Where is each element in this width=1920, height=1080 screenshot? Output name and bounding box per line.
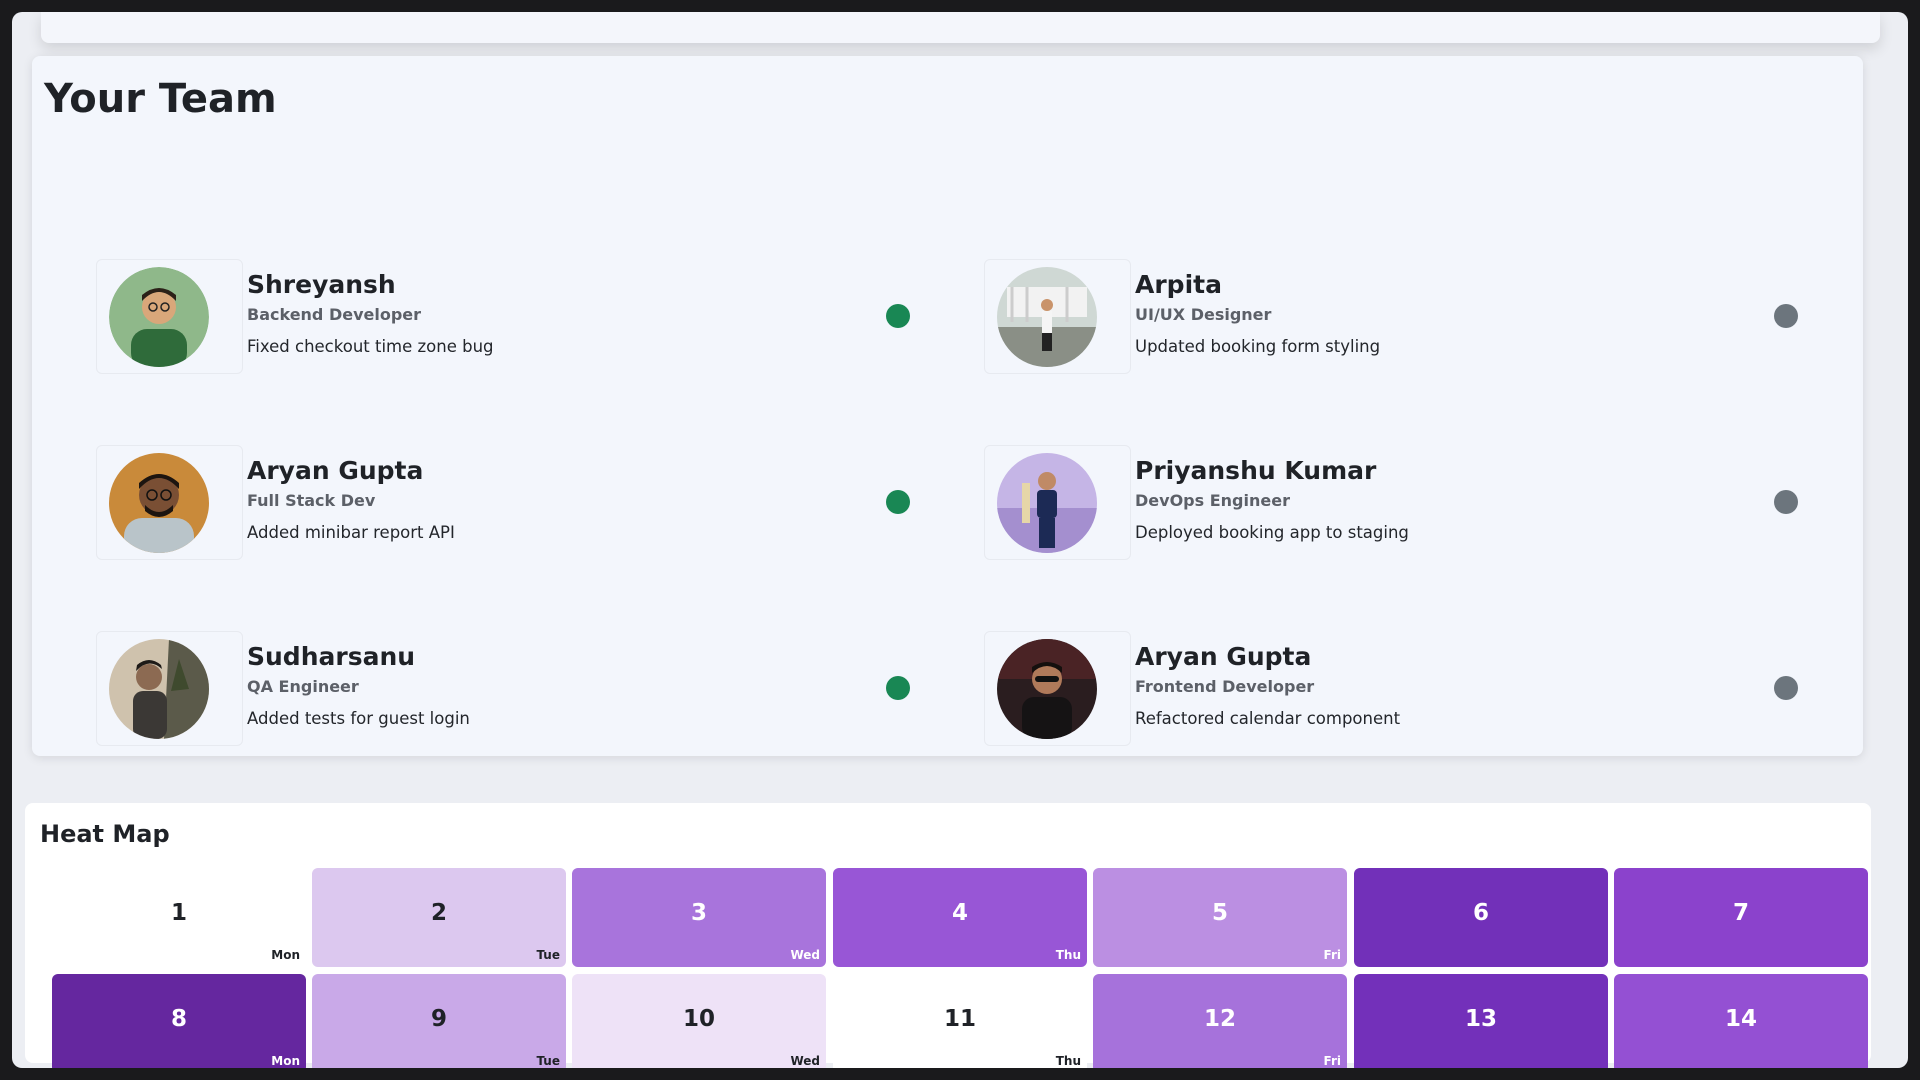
member-activity: Added minibar report API (247, 523, 455, 542)
avatar (997, 453, 1097, 553)
member-name: Shreyansh (247, 270, 396, 299)
avatar (109, 267, 209, 367)
team-title: Your Team (44, 76, 277, 122)
team-member: Priyanshu Kumar DevOps Engineer Deployed… (984, 443, 1804, 563)
status-online-indicator (886, 490, 910, 514)
member-name: Priyanshu Kumar (1135, 456, 1377, 485)
window-frame-bottom (0, 1068, 1920, 1080)
heatmap-cell[interactable]: 4 Thu (833, 868, 1087, 967)
team-member: Sudharsanu QA Engineer Added tests for g… (96, 629, 916, 749)
heatmap-day-number: 10 (682, 1006, 715, 1032)
status-offline-indicator (1774, 676, 1798, 700)
member-activity: Deployed booking app to staging (1135, 523, 1409, 542)
avatar (997, 639, 1097, 739)
window-frame-left (0, 0, 12, 1080)
member-activity: Refactored calendar component (1135, 709, 1401, 728)
heatmap-weekday: Thu (1055, 948, 1081, 962)
heatmap-weekday: Wed (790, 1054, 820, 1068)
heatmap-cell[interactable]: 12 Fri (1093, 974, 1347, 1073)
heatmap-day-number: 3 (690, 900, 707, 926)
heatmap-day-number: 12 (1203, 1006, 1236, 1032)
heatmap-cell[interactable]: 5 Fri (1093, 868, 1347, 967)
avatar-frame (96, 445, 243, 560)
heatmap-day-number: 1 (170, 900, 187, 926)
avatar-frame (984, 445, 1131, 560)
heatmap-day-number: 2 (430, 900, 447, 926)
avatar-frame (984, 631, 1131, 746)
member-name: Sudharsanu (247, 642, 416, 671)
member-role: Full Stack Dev (247, 491, 376, 510)
member-role: DevOps Engineer (1135, 491, 1290, 510)
member-name: Aryan Gupta (1135, 642, 1312, 671)
heatmap-weekday: Tue (536, 1054, 560, 1068)
heatmap-day-number: 9 (430, 1006, 447, 1032)
avatar-frame (984, 259, 1131, 374)
team-member: Aryan Gupta Full Stack Dev Added minibar… (96, 443, 916, 563)
avatar-frame (96, 259, 243, 374)
heatmap-cell[interactable]: 6 (1354, 868, 1608, 967)
heatmap-cell[interactable]: 1 Mon (52, 868, 306, 967)
heatmap-title: Heat Map (40, 820, 170, 848)
team-member: Shreyansh Backend Developer Fixed checko… (96, 257, 916, 377)
avatar (109, 639, 209, 739)
heatmap-weekday: Fri (1323, 948, 1341, 962)
heatmap-weekday: Mon (271, 1054, 300, 1068)
heatmap-day-number: 8 (170, 1006, 187, 1032)
heatmap-cell[interactable]: 11 Thu (833, 974, 1087, 1073)
member-name: Arpita (1135, 270, 1222, 299)
heatmap-weekday: Mon (271, 948, 300, 962)
status-offline-indicator (1774, 490, 1798, 514)
heatmap-weekday: Fri (1323, 1054, 1341, 1068)
member-role: Backend Developer (247, 305, 422, 324)
member-role: UI/UX Designer (1135, 305, 1272, 324)
heatmap-cell[interactable]: 3 Wed (572, 868, 826, 967)
heatmap-cell[interactable]: 8 Mon (52, 974, 306, 1073)
avatar (997, 267, 1097, 367)
member-role: QA Engineer (247, 677, 359, 696)
heatmap-day-number: 6 (1472, 900, 1489, 926)
status-online-indicator (886, 304, 910, 328)
heatmap-day-number: 14 (1724, 1006, 1757, 1032)
member-activity: Fixed checkout time zone bug (247, 337, 494, 356)
member-activity: Added tests for guest login (247, 709, 470, 728)
team-member: Arpita UI/UX Designer Updated booking fo… (984, 257, 1804, 377)
member-name: Aryan Gupta (247, 456, 424, 485)
heatmap-weekday: Wed (790, 948, 820, 962)
heatmap-day-number: 7 (1732, 900, 1749, 926)
top-card (41, 12, 1880, 43)
heatmap-day-number: 11 (943, 1006, 976, 1032)
status-online-indicator (886, 676, 910, 700)
heatmap-cell[interactable]: 2 Tue (312, 868, 566, 967)
heatmap-cell[interactable]: 14 (1614, 974, 1868, 1073)
heatmap-day-number: 5 (1211, 900, 1228, 926)
heatmap-weekday: Tue (536, 948, 560, 962)
avatar (109, 453, 209, 553)
heatmap-cell[interactable]: 7 (1614, 868, 1868, 967)
heatmap-day-number: 13 (1464, 1006, 1497, 1032)
avatar-frame (96, 631, 243, 746)
heatmap-cell[interactable]: 9 Tue (312, 974, 566, 1073)
member-role: Frontend Developer (1135, 677, 1315, 696)
member-activity: Updated booking form styling (1135, 337, 1381, 356)
window-frame-right (1908, 0, 1920, 1080)
team-member: Aryan Gupta Frontend Developer Refactore… (984, 629, 1804, 749)
heatmap-day-number: 4 (951, 900, 968, 926)
heatmap-cell[interactable]: 10 Wed (572, 974, 826, 1073)
heatmap-weekday: Thu (1055, 1054, 1081, 1068)
status-offline-indicator (1774, 304, 1798, 328)
heatmap-cell[interactable]: 13 (1354, 974, 1608, 1073)
